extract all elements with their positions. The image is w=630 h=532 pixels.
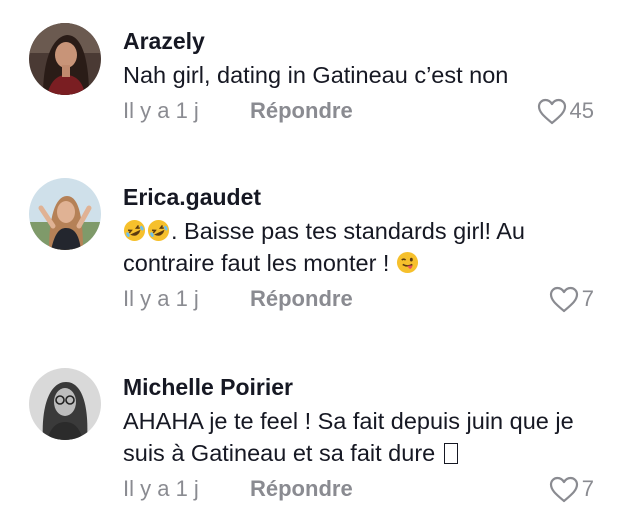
comment-meta: Il y a 1 j Répondre 7 xyxy=(123,283,600,315)
reply-button[interactable]: Répondre xyxy=(250,286,353,311)
comment-text-body: . Baisse pas tes standards girl! Au cont… xyxy=(123,218,525,276)
rolling-on-floor-laughing-icon xyxy=(147,219,170,242)
winking-face-with-tongue-icon xyxy=(396,251,419,274)
like-button[interactable]: 7 xyxy=(549,283,594,315)
comment-username[interactable]: Michelle Poirier xyxy=(123,373,600,401)
missing-glyph-icon xyxy=(443,443,458,464)
heart-icon xyxy=(537,98,567,125)
comment-username[interactable]: Arazely xyxy=(123,27,600,55)
comment-username[interactable]: Erica.gaudet xyxy=(123,183,600,211)
comment-meta: Il y a 1 j Répondre 7 xyxy=(123,473,600,505)
like-button[interactable]: 7 xyxy=(549,473,594,505)
like-count: 7 xyxy=(581,476,594,501)
reply-button[interactable]: Répondre xyxy=(250,98,353,123)
comment-text: AHAHA je te feel ! Sa fait depuis juin q… xyxy=(123,405,600,469)
heart-icon xyxy=(549,476,579,503)
like-count: 7 xyxy=(581,286,594,311)
comment-text-body: AHAHA je te feel ! Sa fait depuis juin q… xyxy=(123,408,574,466)
comment-meta: Il y a 1 j Répondre 45 xyxy=(123,95,600,127)
rolling-on-floor-laughing-icon xyxy=(123,219,146,242)
like-count: 45 xyxy=(569,98,594,123)
comment-timestamp: Il y a 1 j xyxy=(123,98,199,123)
comment-text: . Baisse pas tes standards girl! Au cont… xyxy=(123,215,600,279)
reply-button[interactable]: Répondre xyxy=(250,476,353,501)
avatar[interactable] xyxy=(29,23,101,95)
comment-text: Nah girl, dating in Gatineau c’est non xyxy=(123,62,509,88)
avatar[interactable] xyxy=(29,368,101,440)
comment-timestamp: Il y a 1 j xyxy=(123,476,199,501)
like-button[interactable]: 45 xyxy=(537,95,594,127)
comment-timestamp: Il y a 1 j xyxy=(123,286,199,311)
avatar[interactable] xyxy=(29,178,101,250)
heart-icon xyxy=(549,286,579,313)
